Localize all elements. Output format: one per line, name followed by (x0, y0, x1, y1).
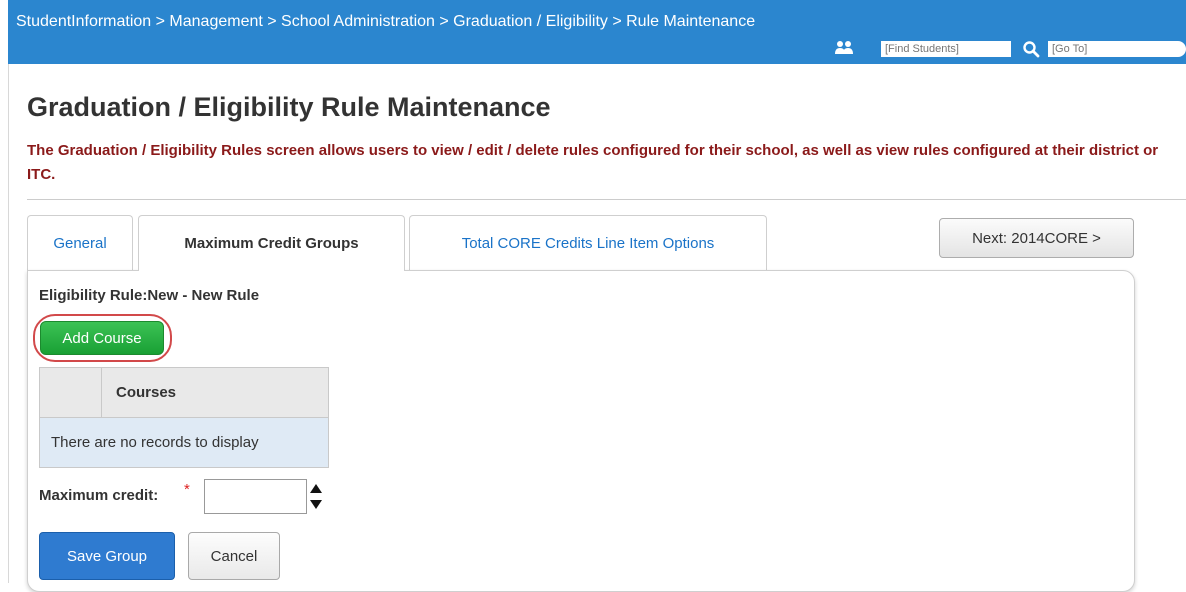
cancel-button[interactable]: Cancel (188, 532, 280, 580)
page-description: The Graduation / Eligibility Rules scree… (27, 142, 1159, 183)
add-course-button[interactable]: Add Course (40, 321, 164, 355)
breadcrumb: StudentInformation > Management > School… (16, 13, 756, 30)
window-left-edge (0, 0, 9, 583)
find-students-input[interactable] (881, 41, 1011, 57)
maximum-credit-input[interactable] (204, 479, 307, 514)
tab-label: Total CORE Credits Line Item Options (461, 234, 715, 252)
people-icon[interactable] (834, 38, 854, 58)
search-icon[interactable] (1022, 40, 1040, 58)
tab-label: General (53, 234, 107, 252)
maximum-credit-groups-panel: Eligibility Rule:New - New Rule Add Cour… (27, 270, 1135, 592)
eligibility-rule-value: New - New Rule (147, 287, 260, 304)
top-tools (834, 38, 1186, 58)
goto-input[interactable] (1048, 41, 1186, 57)
tab-maximum-credit-groups[interactable]: Maximum Credit Groups (138, 215, 405, 271)
divider (27, 199, 1186, 200)
table-row: There are no records to display (39, 417, 329, 468)
eligibility-rule-heading: Eligibility Rule:New - New Rule (39, 287, 259, 304)
courses-table: Courses There are no records to display (39, 367, 329, 468)
select-column-header (39, 367, 102, 418)
page-title: Graduation / Eligibility Rule Maintenanc… (27, 92, 551, 122)
eligibility-rule-label: Eligibility Rule: (39, 287, 148, 304)
courses-column-header[interactable]: Courses (101, 367, 329, 418)
required-marker: * (184, 481, 190, 498)
save-group-button[interactable]: Save Group (39, 532, 175, 580)
tab-general[interactable]: General (27, 215, 133, 270)
tab-total-core-credits[interactable]: Total CORE Credits Line Item Options (409, 215, 767, 270)
maximum-credit-label: Maximum credit: (39, 487, 159, 504)
next-rule-button[interactable]: Next: 2014CORE > (939, 218, 1134, 258)
top-navigation-bar: StudentInformation > Management > School… (8, 0, 1186, 64)
empty-records-message: There are no records to display (39, 417, 329, 468)
tab-label: Maximum Credit Groups (184, 235, 359, 252)
spinner-arrows-icon[interactable] (309, 479, 323, 514)
